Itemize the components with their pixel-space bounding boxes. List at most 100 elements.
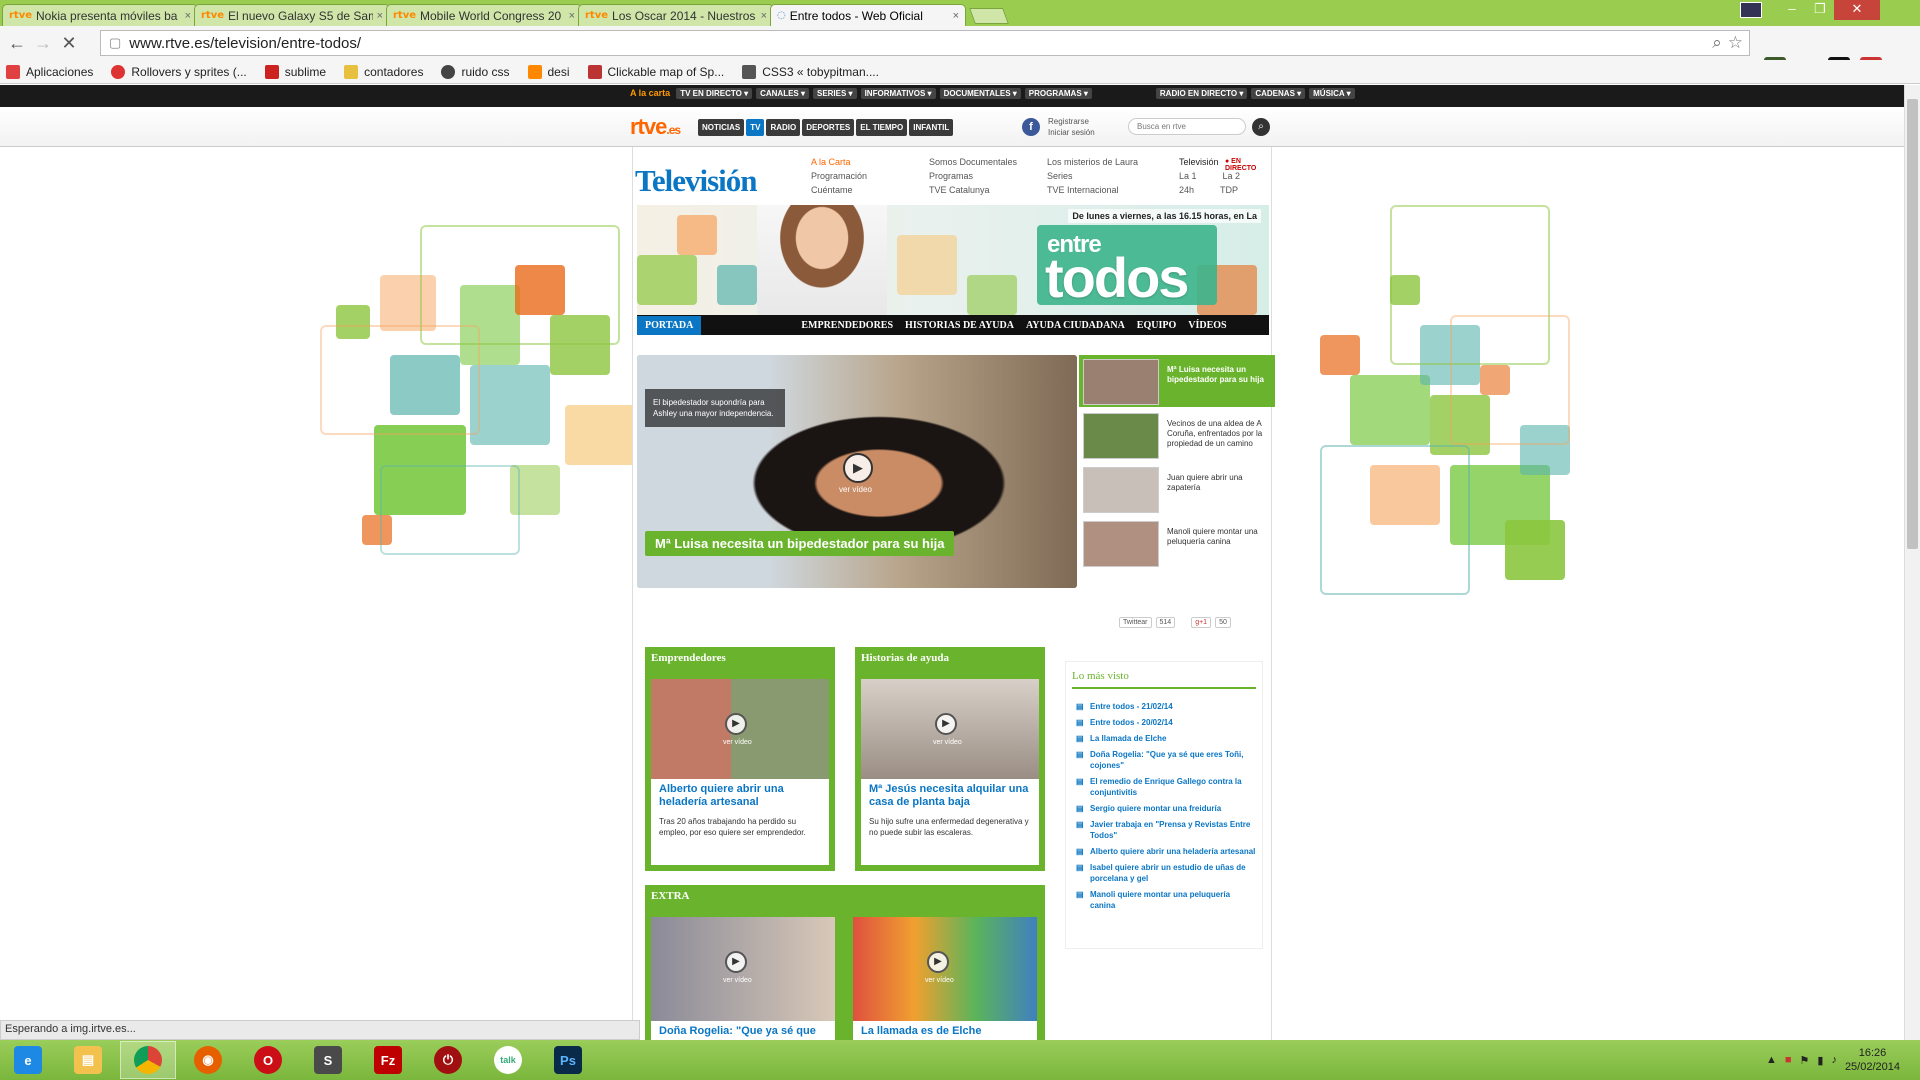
tab-galaxy[interactable]: rtve El nuevo Galaxy S5 de Sam × — [194, 4, 390, 26]
play-icon[interactable]: ▶ — [725, 713, 747, 735]
tv-link[interactable]: Somos Documentales — [929, 155, 1017, 169]
most-viewed-item[interactable]: Doña Rogelia: "Que ya sé que eres Toñi, … — [1076, 749, 1256, 771]
bookmark-contadores[interactable]: contadores — [344, 64, 423, 79]
video-card[interactable]: ▶ ver vídeo Doña Rogelia: "Que ya sé que — [651, 917, 835, 1040]
tv-link[interactable]: A la Carta — [811, 155, 867, 169]
taskbar-firefox[interactable]: ◉ — [180, 1041, 236, 1079]
close-tab-icon[interactable]: × — [185, 10, 191, 22]
most-viewed-item[interactable]: Manoli quiere montar una peluquería cani… — [1076, 889, 1256, 911]
search-icon[interactable]: ⌕ — [1712, 33, 1728, 53]
bookmark-star-icon[interactable]: ☆ — [1728, 33, 1749, 53]
vertical-scrollbar[interactable] — [1904, 85, 1920, 1040]
close-tab-icon[interactable]: × — [953, 10, 959, 22]
subnav-ayuda-ciudadana[interactable]: AYUDA CIUDADANA — [1026, 320, 1125, 331]
channel-link[interactable]: La 1 — [1179, 169, 1197, 183]
box-header[interactable]: Historias de ayuda — [855, 647, 1045, 669]
show-banner[interactable]: De lunes a viernes, a las 16.15 horas, e… — [637, 205, 1269, 315]
tab-mwc[interactable]: rtve Mobile World Congress 20 × — [386, 4, 582, 26]
bookmark-desi[interactable]: desi — [527, 64, 570, 79]
subnav-videos[interactable]: VÍDEOS — [1188, 320, 1226, 331]
nav-radio[interactable]: RADIO — [766, 119, 801, 136]
page-title[interactable]: Televisión — [635, 163, 757, 199]
new-tab-button[interactable] — [969, 8, 1009, 24]
video-card[interactable]: ▶ ver vídeo Mª Jesús necesita alquilar u… — [861, 679, 1039, 865]
play-icon[interactable]: ▶ — [935, 713, 957, 735]
minimize-button[interactable]: – — [1778, 0, 1806, 20]
tv-link[interactable]: Programación — [811, 169, 867, 183]
topmenu-item[interactable]: CADENAS ▾ — [1251, 88, 1306, 99]
most-viewed-item[interactable]: Isabel quiere abrir un estudio de uñas d… — [1076, 862, 1256, 884]
play-icon[interactable]: ▶ — [725, 951, 747, 973]
close-tab-icon[interactable]: × — [377, 10, 383, 22]
nav-tv[interactable]: TV — [746, 119, 765, 136]
close-tab-icon[interactable]: × — [761, 10, 767, 22]
tv-link[interactable]: Programas — [929, 169, 1017, 183]
bookmark-ruido-css[interactable]: ruido css — [441, 64, 510, 79]
twitter-button[interactable]: Twittear — [1119, 617, 1152, 628]
featured-title[interactable]: Mª Luisa necesita un bipedestador para s… — [645, 531, 955, 556]
clock[interactable]: 16:26 25/02/2014 — [1845, 1046, 1900, 1074]
taskbar-power[interactable]: ⏻ — [420, 1041, 476, 1079]
gplus-button[interactable]: g+1 — [1191, 617, 1212, 628]
box-header[interactable]: EXTRA — [645, 885, 1045, 907]
tab-entre-todos[interactable]: ◌ Entre todos - Web Oficial × — [770, 4, 966, 26]
restore-button[interactable]: ❐ — [1806, 0, 1834, 20]
side-video-item[interactable]: Mª Luisa necesita un bipedestador para s… — [1079, 355, 1275, 407]
nav-el-tiempo[interactable]: EL TIEMPO — [856, 119, 908, 136]
stop-loading-icon[interactable]: ✕ — [56, 33, 82, 54]
most-viewed-item[interactable]: La llamada de Elche — [1076, 733, 1256, 744]
tv-link[interactable]: Cuéntame — [811, 183, 867, 197]
topmenu-item[interactable]: RADIO EN DIRECTO ▾ — [1155, 88, 1248, 99]
back-arrow-icon[interactable]: ← — [4, 33, 30, 54]
topmenu-item[interactable]: MÚSICA ▾ — [1309, 88, 1355, 99]
taskbar-talk[interactable]: talk — [480, 1041, 536, 1079]
nav-infantil[interactable]: INFANTIL — [909, 119, 954, 136]
side-video-item[interactable]: Vecinos de una aldea de A Coruña, enfren… — [1079, 409, 1275, 461]
taskbar-chrome[interactable] — [120, 1041, 176, 1079]
taskbar-explorer[interactable]: ▤ — [60, 1041, 116, 1079]
card-title[interactable]: Doña Rogelia: "Que ya sé que — [659, 1025, 821, 1038]
user-profile-icon[interactable] — [1740, 2, 1762, 18]
card-title[interactable]: La llamada es de Elche — [861, 1025, 1023, 1038]
topmenu-item[interactable]: TV EN DIRECTO ▾ — [676, 88, 753, 99]
channel-link[interactable]: 24h — [1179, 183, 1194, 197]
play-icon[interactable]: ▶ — [927, 951, 949, 973]
taskbar-ie[interactable]: e — [0, 1041, 56, 1079]
facebook-icon[interactable]: f — [1022, 118, 1040, 136]
topmenu-item[interactable]: PROGRAMAS ▾ — [1024, 88, 1092, 99]
most-viewed-item[interactable]: Sergio quiere montar una freiduría — [1076, 803, 1256, 814]
close-window-button[interactable]: ✕ — [1834, 0, 1880, 20]
video-card[interactable]: ▶ ver vídeo Alberto quiere abrir una hel… — [651, 679, 829, 865]
bookmark-clickable-map[interactable]: Clickable map of Sp... — [587, 64, 724, 79]
tv-link[interactable]: Series — [1047, 169, 1138, 183]
subnav-equipo[interactable]: EQUIPO — [1137, 320, 1176, 331]
bookmark-sublime[interactable]: sublime — [264, 64, 326, 79]
scrollbar-thumb[interactable] — [1907, 99, 1918, 549]
most-viewed-item[interactable]: Entre todos - 21/02/14 — [1076, 701, 1256, 712]
rtve-logo[interactable]: rtve.es — [630, 114, 681, 140]
taskbar-filezilla[interactable]: Fz — [360, 1041, 416, 1079]
tab-nokia[interactable]: rtve Nokia presenta móviles ba × — [2, 4, 198, 26]
side-video-item[interactable]: Manoli quiere montar una peluquería cani… — [1079, 517, 1275, 569]
search-icon[interactable]: ⌕ — [1252, 118, 1270, 136]
topmenu-item[interactable]: SERIES ▾ — [812, 88, 857, 99]
channel-link[interactable]: TDP — [1220, 183, 1238, 197]
site-search-input[interactable]: Busca en rtve — [1128, 118, 1246, 135]
play-icon[interactable]: ▶ — [843, 453, 873, 483]
tv-link[interactable]: Los misterios de Laura — [1047, 155, 1138, 169]
a-la-carta-link[interactable]: A la carta — [630, 88, 670, 99]
tray-app-icon[interactable]: ■ — [1785, 1054, 1792, 1066]
address-bar[interactable]: ▢ www.rtve.es/television/entre-todos/ ⌕ … — [100, 30, 1750, 56]
most-viewed-item[interactable]: Alberto quiere abrir una heladería artes… — [1076, 846, 1256, 857]
volume-icon[interactable]: ♪ — [1831, 1054, 1837, 1066]
register-link[interactable]: Registrarse — [1048, 116, 1095, 127]
topmenu-item[interactable]: DOCUMENTALES ▾ — [939, 88, 1021, 99]
tray-expand-icon[interactable]: ▲ — [1766, 1054, 1777, 1066]
subnav-portada[interactable]: PORTADA — [637, 315, 702, 335]
tab-oscar[interactable]: rtve Los Oscar 2014 - Nuestros × — [578, 4, 774, 26]
featured-video[interactable]: El bipedestador supondría para Ashley un… — [637, 355, 1077, 588]
bookmark-apps[interactable]: Aplicaciones — [6, 64, 93, 79]
close-tab-icon[interactable]: × — [569, 10, 575, 22]
topmenu-item[interactable]: INFORMATIVOS ▾ — [860, 88, 936, 99]
network-icon[interactable]: ▮ — [1817, 1054, 1823, 1067]
